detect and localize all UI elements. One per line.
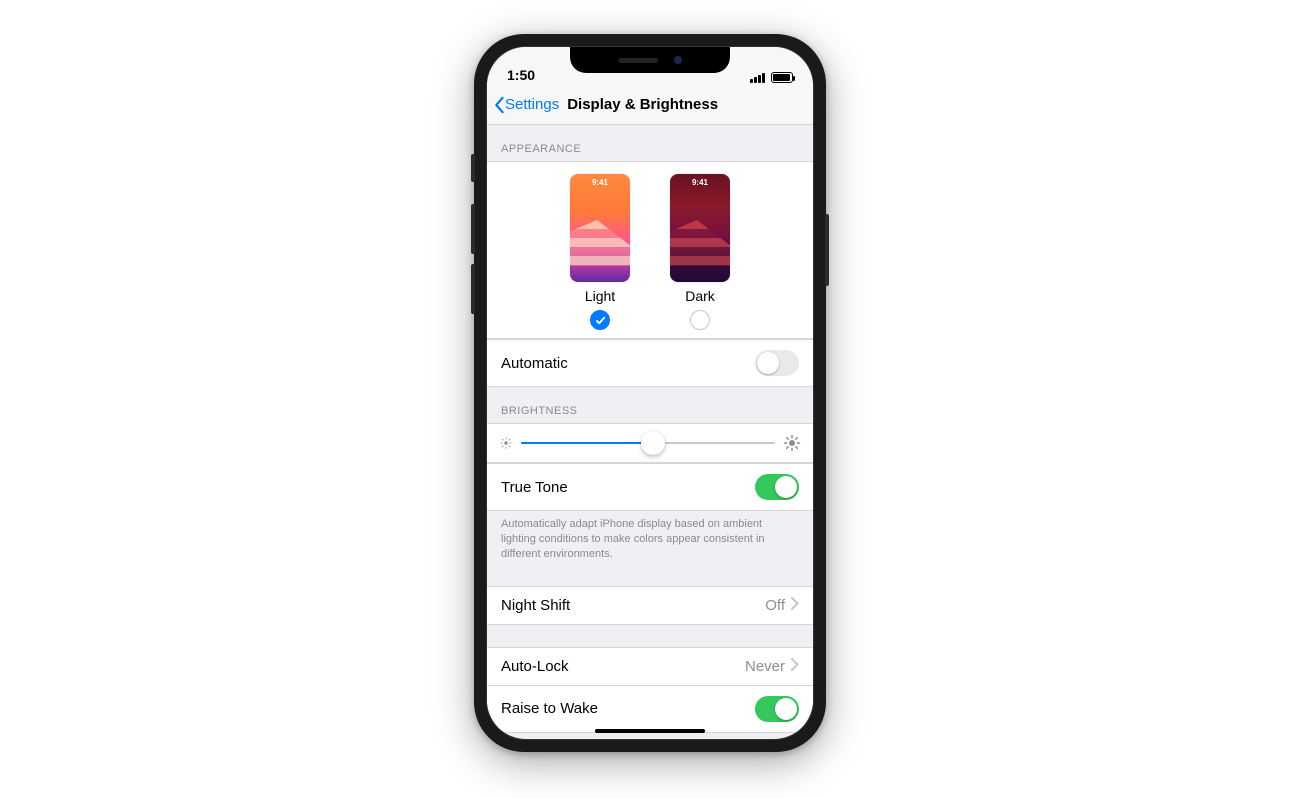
automatic-toggle[interactable] [755, 350, 799, 376]
battery-icon [771, 72, 793, 83]
light-label: Light [585, 288, 615, 304]
dark-label: Dark [685, 288, 715, 304]
page-title: Display & Brightness [567, 96, 718, 113]
raise-to-wake-toggle[interactable] [755, 696, 799, 722]
appearance-option-dark[interactable]: 9:41 Dark [670, 174, 730, 330]
notch [570, 47, 730, 73]
brightness-slider-row [487, 423, 813, 463]
back-label: Settings [505, 96, 559, 113]
side-button [825, 214, 829, 286]
auto-lock-label: Auto-Lock [501, 658, 569, 675]
row-true-tone: True Tone [487, 463, 813, 511]
sun-high-icon [783, 434, 801, 452]
screen: 1:50 Settings Display & Brightness APPEA… [486, 46, 814, 740]
row-raise-to-wake: Raise to Wake [487, 686, 813, 733]
row-auto-lock[interactable]: Auto-Lock Never [487, 647, 813, 686]
check-icon [595, 315, 606, 326]
chevron-left-icon [493, 96, 505, 114]
auto-lock-value: Never [745, 658, 785, 675]
volume-down [471, 264, 475, 314]
sun-low-icon [499, 436, 513, 450]
section-header-brightness: BRIGHTNESS [487, 387, 813, 423]
true-tone-label: True Tone [501, 479, 568, 496]
dark-radio[interactable] [690, 310, 710, 330]
appearance-picker: 9:41 Light 9:41 Dark [487, 161, 813, 339]
night-shift-value: Off [765, 597, 785, 614]
night-shift-label: Night Shift [501, 597, 570, 614]
true-tone-toggle[interactable] [755, 474, 799, 500]
iphone-frame: 1:50 Settings Display & Brightness APPEA… [474, 34, 826, 752]
brightness-thumb[interactable] [641, 431, 665, 455]
section-header-appearance: APPEARANCE [487, 125, 813, 161]
row-automatic: Automatic [487, 339, 813, 387]
home-indicator[interactable] [595, 729, 705, 733]
row-night-shift[interactable]: Night Shift Off [487, 586, 813, 625]
status-time: 1:50 [507, 67, 535, 83]
mute-switch [471, 154, 475, 182]
dark-preview: 9:41 [670, 174, 730, 282]
nav-bar: Settings Display & Brightness [487, 85, 813, 125]
front-camera [674, 56, 682, 64]
true-tone-footer: Automatically adapt iPhone display based… [487, 511, 813, 572]
chevron-right-icon [791, 658, 799, 675]
chevron-right-icon [791, 597, 799, 614]
raise-to-wake-label: Raise to Wake [501, 700, 598, 717]
cellular-signal-icon [750, 73, 765, 83]
brightness-slider[interactable] [521, 442, 775, 444]
appearance-option-light[interactable]: 9:41 Light [570, 174, 630, 330]
volume-up [471, 204, 475, 254]
light-preview: 9:41 [570, 174, 630, 282]
light-radio[interactable] [590, 310, 610, 330]
settings-content: APPEARANCE 9:41 Light 9:41 Dark [487, 125, 813, 739]
back-button[interactable]: Settings [493, 96, 559, 114]
speaker-grille [618, 58, 658, 63]
automatic-label: Automatic [501, 355, 568, 372]
